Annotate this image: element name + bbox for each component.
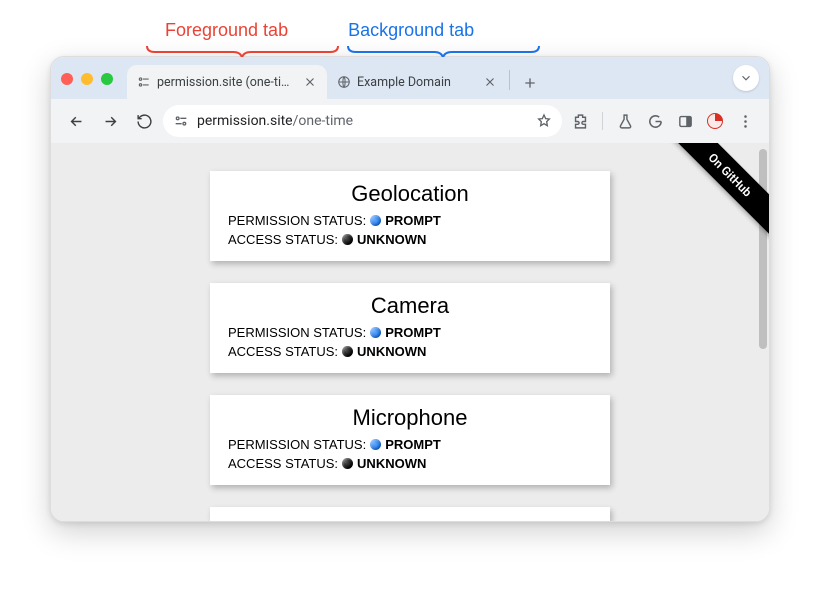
permission-status-row: PERMISSION STATUS: PROMPT [228,213,592,228]
menu-icon[interactable] [731,107,759,135]
minimize-window-button[interactable] [81,73,93,85]
tab-separator [509,70,510,90]
browser-window: permission.site (one-time) Example Domai… [50,56,770,522]
card-microphone[interactable]: Microphone PERMISSION STATUS: PROMPT ACC… [210,395,610,485]
close-tab-icon[interactable] [303,75,317,89]
site-info-icon[interactable] [173,113,189,129]
tab-title: permission.site (one-time) [157,75,297,90]
tab-background[interactable]: Example Domain [327,65,507,99]
status-dot-blue-icon [370,439,381,450]
permission-cards: Geolocation PERMISSION STATUS: PROMPT AC… [51,143,769,521]
annotation-background: Background tab [348,20,474,41]
back-button[interactable] [61,106,91,136]
address-bar[interactable]: permission.site/one-time [163,105,562,137]
status-dot-blue-icon [370,327,381,338]
labs-icon[interactable] [611,107,639,135]
maximize-window-button[interactable] [101,73,113,85]
reload-button[interactable] [129,106,159,136]
card-partial [210,507,610,521]
toolbar-separator [602,112,603,130]
title-bar: permission.site (one-time) Example Domai… [51,57,769,99]
tab-annotations: Foreground tab Background tab [165,20,776,41]
toolbar-right [566,107,759,135]
card-geolocation[interactable]: Geolocation PERMISSION STATUS: PROMPT AC… [210,171,610,261]
tab-search-button[interactable] [733,65,759,91]
new-tab-button[interactable] [516,69,544,97]
bookmark-star-icon[interactable] [536,113,552,129]
close-window-button[interactable] [61,73,73,85]
tab-title: Example Domain [357,75,477,90]
status-dot-blue-icon [370,215,381,226]
google-g-icon[interactable] [641,107,669,135]
profile-pie-icon[interactable] [701,107,729,135]
access-status-row: ACCESS STATUS: UNKNOWN [228,232,592,247]
permissions-favicon-icon [137,75,151,89]
permission-status-row: PERMISSION STATUS: PROMPT [228,325,592,340]
card-title: Geolocation [228,181,592,207]
card-title: Camera [228,293,592,319]
forward-button[interactable] [95,106,125,136]
toolbar: permission.site/one-time [51,99,769,143]
status-dot-black-icon [342,458,353,469]
annotation-foreground: Foreground tab [165,20,288,41]
card-camera[interactable]: Camera PERMISSION STATUS: PROMPT ACCESS … [210,283,610,373]
tab-strip: permission.site (one-time) Example Domai… [127,65,759,99]
side-panel-icon[interactable] [671,107,699,135]
scrollbar-thumb[interactable] [759,149,767,349]
access-status-row: ACCESS STATUS: UNKNOWN [228,456,592,471]
status-dot-black-icon [342,346,353,357]
close-tab-icon[interactable] [483,75,497,89]
status-dot-black-icon [342,234,353,245]
extensions-icon[interactable] [566,107,594,135]
permission-status-row: PERMISSION STATUS: PROMPT [228,437,592,452]
globe-favicon-icon [337,75,351,89]
window-controls [61,73,113,85]
tab-foreground[interactable]: permission.site (one-time) [127,65,327,99]
url-text: permission.site/one-time [197,113,528,129]
card-title: Microphone [228,405,592,431]
access-status-row: ACCESS STATUS: UNKNOWN [228,344,592,359]
page-viewport: On GitHub Geolocation PERMISSION STATUS:… [51,143,769,521]
